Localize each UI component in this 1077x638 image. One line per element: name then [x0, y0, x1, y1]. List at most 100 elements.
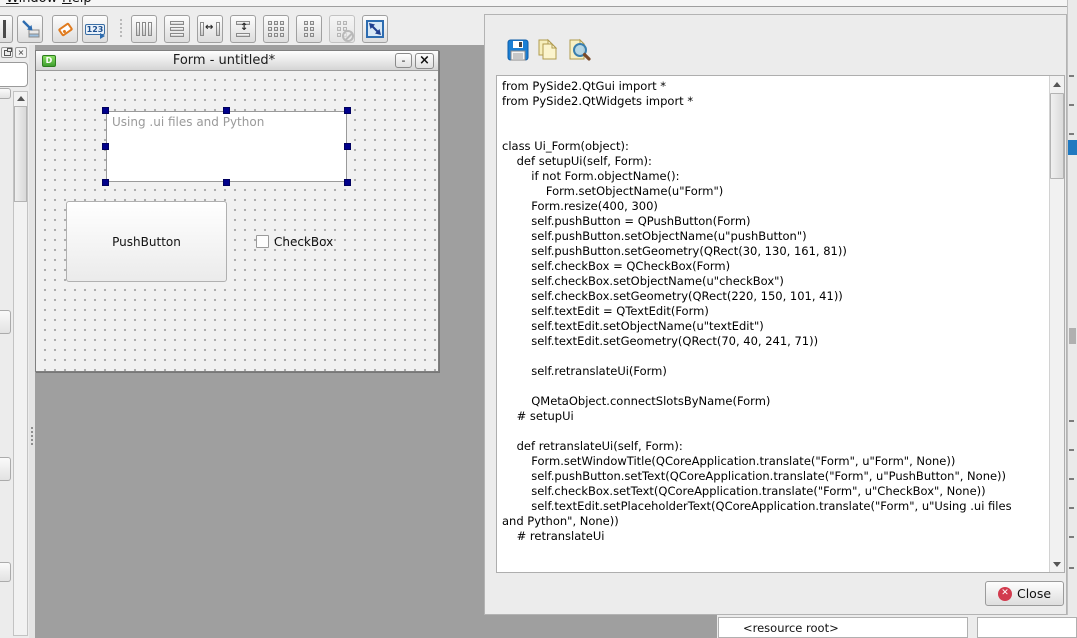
widget-filter-input[interactable] [0, 62, 28, 87]
selection-handle[interactable] [344, 143, 351, 150]
buddy-tag-icon [57, 22, 73, 37]
selection-handle[interactable] [344, 179, 351, 186]
resource-browser-panel: <resource root> [717, 615, 1077, 638]
menu-window[interactable]: Window [6, 0, 57, 6]
edit-buddies-button[interactable] [52, 15, 78, 43]
form-close-button[interactable]: × [415, 53, 434, 69]
layout-horizontal-button[interactable] [131, 15, 157, 43]
find-in-code-button[interactable] [565, 36, 592, 63]
tree-branch-mark [1069, 449, 1074, 451]
widget-category-header[interactable] [0, 562, 11, 582]
selection-handle[interactable] [223, 179, 230, 186]
dialog-close-button[interactable]: ✕ Close [985, 581, 1064, 606]
selection-handle[interactable] [102, 107, 109, 114]
toolbar-separator [120, 19, 123, 39]
tree-branch-mark [1069, 507, 1074, 509]
edit-signals-slots-icon [20, 19, 40, 39]
layout-form-button[interactable] [296, 15, 322, 43]
edit-tab-order-button[interactable]: 123 [82, 15, 108, 43]
form-canvas: Using .ui files and Python PushButton Ch… [36, 71, 438, 371]
code-scrollbar[interactable] [1049, 76, 1064, 572]
scroll-up-icon[interactable] [1050, 77, 1064, 91]
code-text[interactable]: from PySide2.QtGui import * from PySide2… [497, 76, 1064, 547]
widget-box-panel: × [0, 45, 29, 638]
resource-list-pane[interactable] [977, 617, 1077, 638]
text-edit-widget[interactable]: Using .ui files and Python [106, 111, 347, 182]
break-layout-button[interactable] [329, 15, 355, 43]
widget-box-scrollbar[interactable] [13, 91, 28, 636]
tree-branch-mark [1069, 420, 1074, 422]
copy-icon [534, 38, 560, 62]
menu-help[interactable]: Help [62, 0, 92, 6]
menu-help-label: elp [72, 0, 92, 6]
push-button-label: PushButton [112, 235, 181, 249]
designer-form-icon: D [42, 55, 56, 67]
layout-horizontal-splitter-button[interactable]: ↔ [197, 15, 223, 43]
tree-branch-mark [1069, 567, 1074, 569]
checkbox-indicator [256, 235, 269, 248]
selection-handle[interactable] [344, 107, 351, 114]
layout-vertical-button[interactable] [164, 15, 190, 43]
code-viewer-dialog: from PySide2.QtGui import * from PySide2… [484, 14, 1067, 615]
resource-root-item[interactable]: <resource root> [718, 617, 968, 638]
edit-widgets-button[interactable] [0, 15, 13, 43]
check-box-label: CheckBox [274, 235, 333, 249]
selection-handle[interactable] [102, 179, 109, 186]
tab-order-arrow-icon [100, 33, 105, 39]
form-window-titlebar[interactable]: D Form - untitled* - × [36, 51, 438, 71]
mdi-area-bottom [484, 615, 717, 638]
scrollbar-thumb[interactable] [1050, 93, 1064, 179]
property-editor-edge [1067, 0, 1077, 615]
tree-branch-mark [1069, 104, 1074, 106]
adjust-size-icon [366, 20, 384, 38]
menu-window-label: indow [19, 0, 58, 6]
code-text-area[interactable]: from PySide2.QtGui import * from PySide2… [496, 75, 1065, 573]
form-window-title: Form - untitled* [56, 53, 392, 68]
find-icon [566, 38, 592, 62]
tree-branch-mark [1069, 75, 1074, 77]
form-minimize-button[interactable]: - [395, 53, 412, 68]
menu-window-mnemonic: W [6, 0, 19, 6]
save-code-button[interactable] [504, 36, 531, 63]
layout-grid-button[interactable] [263, 15, 289, 43]
widget-category-header[interactable] [0, 88, 11, 99]
selected-row-indicator[interactable] [1068, 140, 1077, 155]
layout-vertical-splitter-button[interactable]: ↕ [230, 15, 256, 43]
widget-category-header[interactable] [0, 457, 11, 481]
scrollbar-thumb[interactable] [1069, 328, 1076, 344]
qt-designer-window: Window Help 123 [0, 0, 1077, 638]
scrollbar-thumb[interactable] [14, 106, 27, 202]
scroll-up-icon[interactable] [14, 92, 27, 105]
layout-vertical-icon [170, 21, 184, 37]
push-button-widget[interactable]: PushButton [66, 201, 227, 282]
layout-horizontal-splitter-icon: ↔ [200, 21, 220, 37]
main-toolbar: 123 ↔ ↕ [0, 8, 484, 45]
edit-widgets-icon [0, 20, 7, 38]
tree-branch-mark [1069, 478, 1074, 480]
selection-handle[interactable] [102, 143, 109, 150]
menu-help-mnemonic: H [62, 0, 72, 6]
check-box-widget[interactable]: CheckBox [256, 221, 357, 262]
selection-handle[interactable] [223, 107, 230, 114]
save-icon [507, 39, 529, 61]
close-icon: × [18, 49, 25, 57]
tree-branch-mark [1069, 536, 1074, 538]
form-editor-window: D Form - untitled* - × Using .ui files a… [35, 50, 439, 372]
edit-signals-slots-button[interactable] [17, 15, 43, 43]
adjust-size-button[interactable] [362, 15, 388, 43]
splitter-handle-icon [31, 427, 33, 447]
close-circle-icon: ✕ [998, 587, 1012, 601]
float-window-icon [4, 50, 11, 56]
widget-box-close-button[interactable]: × [15, 47, 27, 58]
menu-bar: Window Help [0, 0, 1077, 7]
widget-box-float-button[interactable] [1, 47, 13, 58]
scroll-down-icon[interactable] [1050, 557, 1064, 571]
break-layout-slash-icon [342, 30, 354, 42]
copy-all-button[interactable] [533, 36, 560, 63]
layout-form-icon [304, 21, 314, 37]
layout-vertical-splitter-icon: ↕ [233, 21, 253, 37]
close-button-label: Close [1017, 586, 1051, 601]
layout-grid-icon [268, 21, 284, 37]
tree-branch-mark [1069, 133, 1074, 135]
widget-category-header[interactable] [0, 310, 11, 334]
